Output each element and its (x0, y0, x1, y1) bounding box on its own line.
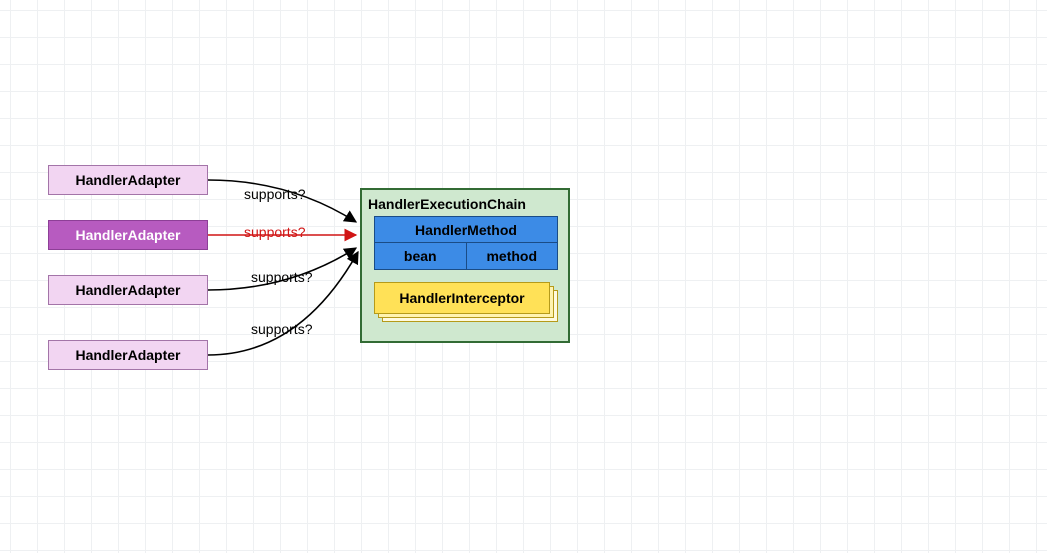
handler-adapter-1-label: HandlerAdapter (75, 172, 180, 188)
handler-method-row: bean method (375, 243, 557, 269)
handler-method-title: HandlerMethod (375, 217, 557, 243)
handler-adapter-2-label: HandlerAdapter (75, 227, 180, 243)
handler-method-box: HandlerMethod bean method (374, 216, 558, 270)
handler-adapter-3[interactable]: HandlerAdapter (48, 275, 208, 305)
handler-interceptor: HandlerInterceptor (374, 282, 550, 314)
handler-adapter-4-label: HandlerAdapter (75, 347, 180, 363)
handler-interceptor-label: HandlerInterceptor (399, 290, 524, 306)
handler-method-method: method (467, 243, 558, 269)
handler-adapter-2[interactable]: HandlerAdapter (48, 220, 208, 250)
handler-method-bean: bean (375, 243, 467, 269)
edge-label-1: supports? (244, 186, 305, 202)
edge-label-3: supports? (251, 269, 312, 285)
handler-execution-chain: HandlerExecutionChain HandlerMethod bean… (360, 188, 570, 343)
handler-interceptor-stack: HandlerInterceptor (374, 282, 558, 322)
handler-adapter-4[interactable]: HandlerAdapter (48, 340, 208, 370)
chain-title: HandlerExecutionChain (368, 196, 526, 212)
edge-label-4: supports? (251, 321, 312, 337)
handler-adapter-3-label: HandlerAdapter (75, 282, 180, 298)
handler-adapter-1[interactable]: HandlerAdapter (48, 165, 208, 195)
edge-label-2: supports? (244, 224, 305, 240)
